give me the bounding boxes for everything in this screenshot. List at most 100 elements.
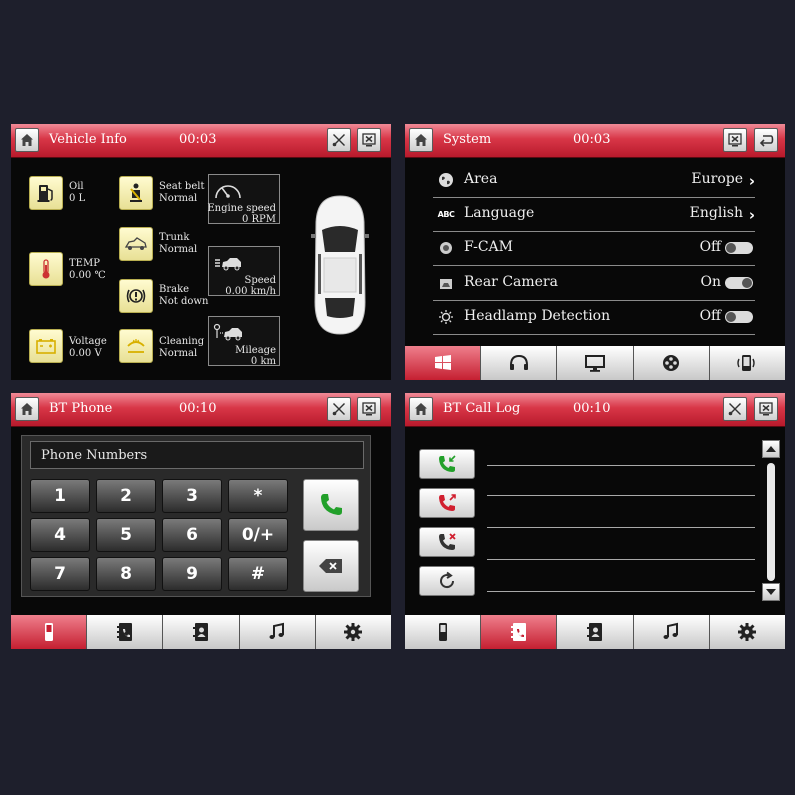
scroll-up-button[interactable]	[762, 440, 780, 458]
trunk-icon	[119, 227, 153, 261]
dial-key-5[interactable]: 5	[96, 518, 156, 552]
brake-value: Not down	[159, 296, 209, 307]
call-log-entry[interactable]	[487, 465, 755, 466]
dial-key-7[interactable]: 7	[30, 557, 90, 591]
tab-phonebook[interactable]	[87, 615, 164, 649]
tab-call-log[interactable]	[481, 615, 558, 649]
dial-key-4[interactable]: 4	[30, 518, 90, 552]
home-button[interactable]	[15, 128, 39, 152]
call-log-entry[interactable]	[487, 527, 755, 528]
setting-value: On	[700, 274, 722, 290]
home-button[interactable]	[409, 128, 433, 152]
phone-number-input[interactable]: Phone Numbers	[30, 441, 364, 469]
tab-display[interactable]	[557, 346, 634, 380]
tab-settings[interactable]	[315, 615, 391, 649]
tools-button[interactable]	[327, 128, 351, 152]
tab-audio[interactable]	[481, 346, 558, 380]
setting-row-language[interactable]: ABC Language English ›	[433, 197, 755, 232]
headphones-icon	[509, 354, 528, 370]
speed-box: Speed 0.00 km/h	[208, 246, 280, 297]
close-screen-icon	[362, 133, 376, 147]
tab-settings[interactable]	[709, 615, 785, 649]
tab-contacts[interactable]	[557, 615, 634, 649]
setting-row-headlamp-detection[interactable]: Headlamp Detection Off	[433, 300, 755, 335]
panel-header: BT Call Log 00:10	[405, 393, 785, 427]
back-arrow-icon	[759, 135, 774, 147]
setting-row-area[interactable]: Area Europe ›	[433, 163, 755, 198]
home-icon	[21, 403, 33, 415]
rear-camera-toggle[interactable]	[725, 277, 753, 289]
close-button[interactable]	[357, 128, 381, 152]
panel-header: System 00:03	[405, 124, 785, 158]
page-title: System	[443, 132, 492, 147]
dial-key-8[interactable]: 8	[96, 557, 156, 591]
cleaning-label: Cleaning	[159, 336, 205, 347]
dial-key-1[interactable]: 1	[30, 479, 90, 513]
tab-dialer[interactable]	[11, 615, 88, 649]
contacts-icon	[587, 623, 602, 641]
tab-video[interactable]	[633, 346, 710, 380]
dial-key-6[interactable]: 6	[162, 518, 222, 552]
setting-value: Off	[699, 308, 721, 324]
tab-dialer[interactable]	[405, 615, 482, 649]
headlamp-detection-toggle[interactable]	[725, 311, 753, 323]
setting-row-rear-camera[interactable]: Rear Camera On	[433, 266, 755, 301]
monitor-icon	[585, 355, 605, 372]
temp-value: 0.00 ℃	[69, 270, 106, 281]
vehicle-info-panel: Vehicle Info 00:03 Oil 0 L TEMP 0.00 ℃ V…	[11, 124, 391, 380]
setting-value: English	[689, 205, 743, 221]
seat-belt-value: Normal	[159, 193, 198, 204]
back-button[interactable]	[754, 128, 778, 152]
camera-icon	[440, 242, 452, 254]
close-button[interactable]	[357, 397, 381, 421]
home-button[interactable]	[15, 397, 39, 421]
backspace-button[interactable]	[303, 540, 359, 592]
mobile-phone-icon	[44, 623, 53, 641]
tab-phone[interactable]	[709, 346, 785, 380]
call-button[interactable]	[303, 479, 359, 531]
setting-row-f-cam[interactable]: F-CAM Off	[433, 231, 755, 266]
system-panel: System 00:03 Area Europe › ABC Language …	[405, 124, 785, 380]
chevron-right-icon: ›	[748, 172, 755, 190]
tab-contacts[interactable]	[163, 615, 240, 649]
home-button[interactable]	[409, 397, 433, 421]
tools-button[interactable]	[327, 397, 351, 421]
tachometer-icon	[215, 185, 241, 199]
tab-music[interactable]	[633, 615, 710, 649]
missed-call-icon	[439, 533, 456, 550]
fuel-pump-icon	[29, 176, 63, 210]
tab-music[interactable]	[239, 615, 316, 649]
scrollbar-track[interactable]	[767, 463, 775, 581]
voltage-label: Voltage	[69, 336, 107, 347]
refresh-button[interactable]	[419, 566, 475, 596]
dial-key-star[interactable]: *	[228, 479, 288, 513]
dial-key-9[interactable]: 9	[162, 557, 222, 591]
tab-windows[interactable]	[405, 346, 482, 380]
dial-key-hash[interactable]: #	[228, 557, 288, 591]
close-button[interactable]	[754, 397, 778, 421]
scroll-down-button[interactable]	[762, 583, 780, 601]
call-log-entry[interactable]	[487, 559, 755, 560]
abc-icon: ABC	[437, 209, 455, 219]
music-note-icon	[269, 622, 285, 639]
close-screen-icon	[728, 133, 742, 147]
f-cam-toggle[interactable]	[725, 242, 753, 254]
call-log-icon	[510, 623, 526, 641]
dial-key-3[interactable]: 3	[162, 479, 222, 513]
outgoing-calls-button[interactable]	[419, 488, 475, 518]
close-button[interactable]	[723, 128, 747, 152]
trunk-value: Normal	[159, 244, 198, 255]
setting-value: Europe	[691, 171, 743, 187]
arrow-down-icon	[766, 589, 776, 595]
globe-icon	[439, 173, 453, 187]
call-log-entry[interactable]	[487, 495, 755, 496]
mileage-box: Mileage 0 km	[208, 316, 280, 367]
dial-key-0-plus[interactable]: 0/+	[228, 518, 288, 552]
page-title: BT Call Log	[443, 401, 521, 416]
tools-button[interactable]	[723, 397, 747, 421]
missed-calls-button[interactable]	[419, 527, 475, 557]
incoming-calls-button[interactable]	[419, 449, 475, 479]
speed-car-icon	[215, 258, 241, 271]
call-log-entry[interactable]	[487, 591, 755, 592]
dial-key-2[interactable]: 2	[96, 479, 156, 513]
